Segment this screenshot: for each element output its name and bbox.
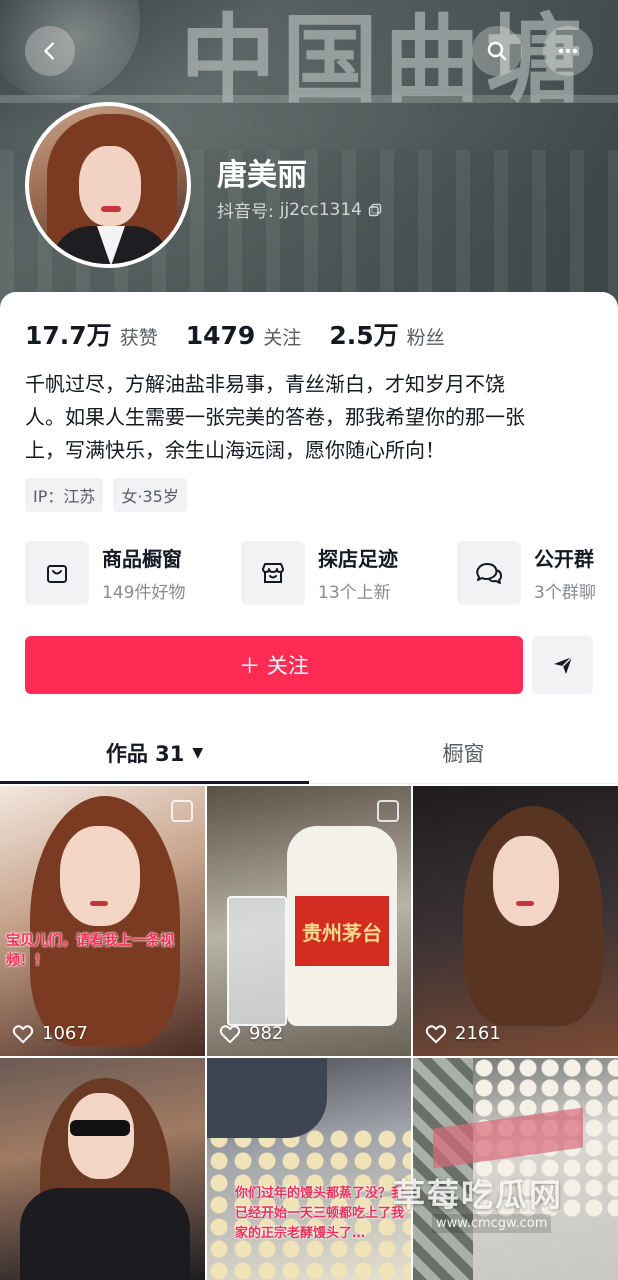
- shopping-bag-icon: [47, 565, 67, 583]
- heart-icon: [219, 1024, 241, 1043]
- chat-bubbles-icon: [476, 563, 502, 584]
- chevron-left-icon: [44, 42, 54, 60]
- search-icon: [487, 41, 507, 61]
- feature-subtitle: 3个群聊: [534, 583, 596, 603]
- douyin-id[interactable]: 抖音号: jj2cc1314: [217, 197, 382, 222]
- heart-icon: [12, 1024, 34, 1043]
- video-caption-overlay: 宝贝儿们，请看我上一条视频！！: [6, 933, 174, 969]
- store-icon: [262, 563, 284, 583]
- follow-button[interactable]: ＋ 关注: [25, 636, 523, 694]
- back-button[interactable]: [25, 26, 75, 76]
- content-tabs: 作品 31 ▼ 橱窗: [0, 722, 618, 784]
- stat-following-value: 1479: [185, 321, 256, 350]
- select-checkbox[interactable]: [171, 800, 193, 822]
- stat-likes[interactable]: 17.7万 获赞: [25, 316, 158, 352]
- stat-followers[interactable]: 2.5万 粉丝: [329, 316, 444, 352]
- video-thumbnail[interactable]: [0, 1058, 205, 1280]
- video-caption-overlay: 你们过年的馒头都蒸了没？我已经开始一天三顿都吃上了我家的正宗老酵馒头了…: [235, 1186, 405, 1241]
- select-checkbox[interactable]: [377, 800, 399, 822]
- stat-followers-label: 粉丝: [406, 327, 445, 349]
- stat-likes-label: 获赞: [119, 327, 158, 349]
- watermark-url: www.cmcgw.com: [432, 1214, 552, 1233]
- copy-icon[interactable]: [368, 203, 382, 217]
- likes-count: 1067: [42, 1023, 88, 1044]
- gender-age-tag: 女·35岁: [113, 478, 187, 512]
- feature-title: 商品橱窗: [102, 547, 182, 571]
- feature-store-visits[interactable]: 探店足迹 13个上新: [241, 541, 398, 605]
- bio-line: 人。如果人生需要一张完美的答卷，那我希望你的那一张: [25, 405, 525, 429]
- stat-following[interactable]: 1479 关注: [186, 321, 302, 350]
- tab-shop-window[interactable]: 橱窗: [309, 722, 618, 784]
- send-icon: [553, 656, 573, 674]
- bio-line: 上，写满快乐，余生山海远阔，愿你随心所向！: [25, 438, 445, 462]
- tab-active-indicator: [0, 781, 309, 784]
- search-button[interactable]: [472, 26, 522, 76]
- tab-works[interactable]: 作品 31 ▼: [0, 722, 309, 784]
- profile-name: 唐美丽: [217, 158, 307, 193]
- tab-works-label: 作品 31: [105, 742, 185, 766]
- sunglasses: [70, 1120, 130, 1136]
- bottle-label: 贵州茅台: [295, 896, 389, 966]
- heart-icon: [425, 1024, 447, 1043]
- douyin-id-value: jj2cc1314: [279, 199, 362, 220]
- feature-subtitle: 13个上新: [318, 583, 391, 603]
- video-thumbnail[interactable]: 贵州茅台 982: [207, 786, 411, 1056]
- video-thumbnail[interactable]: 你们过年的馒头都蒸了没？我已经开始一天三顿都吃上了我家的正宗老酵馒头了…: [207, 1058, 411, 1280]
- feature-title: 探店足迹: [318, 547, 398, 571]
- video-likes: 1067: [12, 1023, 88, 1044]
- stat-likes-value: 17.7万: [25, 321, 112, 350]
- banner-rail: [0, 95, 618, 103]
- douyin-id-label: 抖音号:: [217, 202, 274, 222]
- caret-down-icon: ▼: [192, 745, 204, 761]
- likes-count: 2161: [455, 1023, 501, 1044]
- stats-row: 17.7万 获赞 1479 关注 2.5万 粉丝: [25, 316, 473, 352]
- watermark-text: 草莓吃瓜网: [393, 1176, 564, 1214]
- more-button[interactable]: [543, 26, 593, 76]
- video-likes: 2161: [425, 1023, 501, 1044]
- bio: 千帆过尽，方解油盐非易事，青丝渐白，才知岁月不饶 人。如果人生需要一张完美的答卷…: [25, 368, 585, 467]
- more-dots-icon: [558, 48, 578, 54]
- feature-shop-window[interactable]: 商品橱窗 149件好物: [25, 541, 185, 605]
- bio-line: 千帆过尽，方解油盐非易事，青丝渐白，才知岁月不饶: [25, 372, 505, 396]
- video-thumbnail[interactable]: 2161: [413, 786, 618, 1056]
- stat-followers-value: 2.5万: [329, 321, 399, 350]
- feature-row: 商品橱窗 149件好物 探店足迹 13个上新 公开群 3个群聊: [25, 541, 605, 605]
- feature-public-group[interactable]: 公开群 3个群聊: [457, 541, 596, 605]
- ip-location-tag: IP：江苏: [25, 478, 104, 512]
- video-thumbnail[interactable]: 宝贝儿们，请看我上一条视频！！ 1067: [0, 786, 205, 1056]
- likes-count: 982: [249, 1023, 284, 1044]
- feature-subtitle: 149件好物: [102, 583, 186, 603]
- profile-tags: IP：江苏 女·35岁: [25, 478, 187, 512]
- video-likes: 982: [219, 1023, 283, 1044]
- share-button[interactable]: [532, 636, 593, 694]
- stat-following-label: 关注: [263, 327, 302, 349]
- video-thumbnail[interactable]: [413, 1058, 618, 1280]
- avatar[interactable]: [25, 102, 191, 268]
- feature-title: 公开群: [534, 547, 594, 571]
